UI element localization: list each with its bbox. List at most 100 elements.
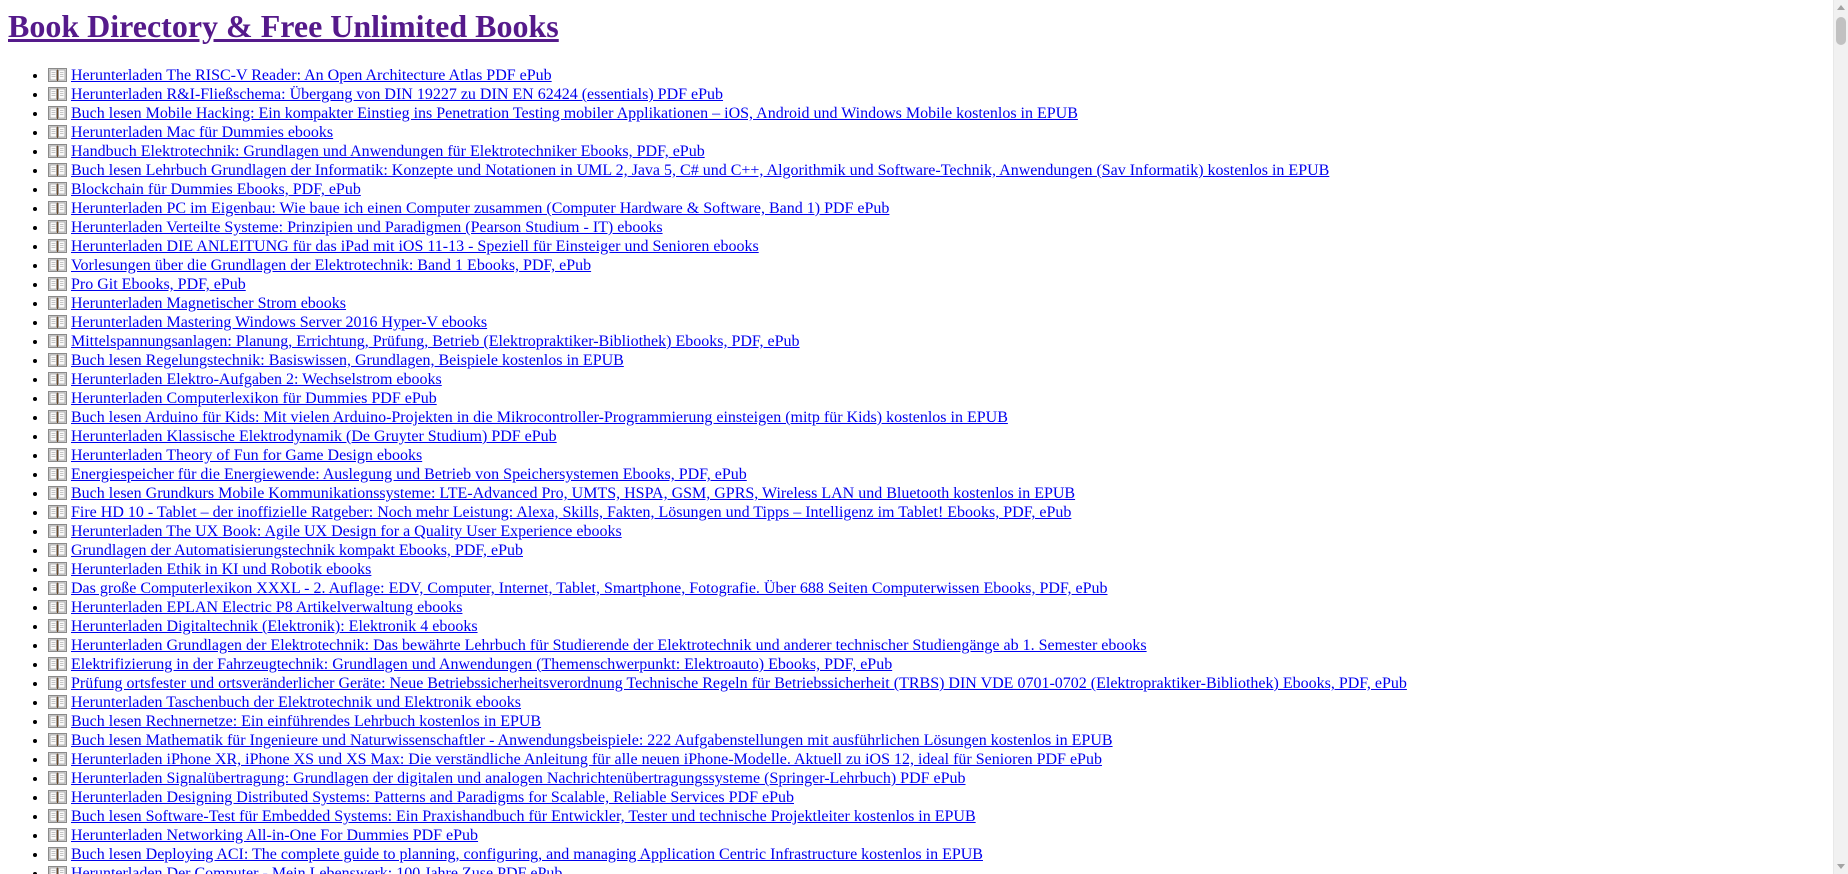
book-link[interactable]: Herunterladen Grundlagen der Elektrotech… — [48, 637, 1147, 654]
book-link[interactable]: Herunterladen PC im Eigenbau: Wie baue i… — [48, 200, 889, 217]
list-item: Buch lesen Lehrbuch Grundlagen der Infor… — [48, 161, 1828, 180]
list-item: Herunterladen Mac für Dummies ebooks — [48, 123, 1828, 142]
scroll-up-arrow-icon[interactable] — [1837, 5, 1845, 10]
book-link-label: Herunterladen EPLAN Electric P8 Artikelv… — [71, 599, 463, 616]
book-link-label: Blockchain für Dummies Ebooks, PDF, ePub — [71, 181, 361, 198]
book-link[interactable]: Vorlesungen über die Grundlagen der Elek… — [48, 257, 591, 274]
open-book-icon — [48, 106, 67, 120]
book-link-label: Grundlagen der Automatisierungstechnik k… — [71, 542, 523, 559]
book-link-label: Herunterladen PC im Eigenbau: Wie baue i… — [71, 200, 890, 217]
book-link-label: Herunterladen The UX Book: Agile UX Desi… — [71, 523, 622, 540]
book-link-label: Herunterladen Designing Distributed Syst… — [71, 789, 794, 806]
book-link[interactable]: Herunterladen DIE ANLEITUNG für das iPad… — [48, 238, 759, 255]
book-link[interactable]: Handbuch Elektrotechnik: Grundlagen und … — [48, 143, 705, 160]
open-book-icon — [48, 524, 67, 538]
open-book-icon — [48, 448, 67, 462]
book-link-label: Buch lesen Lehrbuch Grundlagen der Infor… — [71, 162, 1330, 179]
open-book-icon — [48, 391, 67, 405]
book-link-label: Prüfung ortsfester und ortsveränderliche… — [71, 675, 1407, 692]
book-link[interactable]: Herunterladen Computerlexikon für Dummie… — [48, 390, 437, 407]
book-link[interactable]: Herunterladen Der Computer - Mein Lebens… — [48, 865, 562, 874]
open-book-icon — [48, 410, 67, 424]
open-book-icon — [48, 619, 67, 633]
book-link[interactable]: Elektrifizierung in der Fahrzeugtechnik:… — [48, 656, 892, 673]
book-link[interactable]: Fire HD 10 - Tablet – der inoffizielle R… — [48, 504, 1071, 521]
book-link[interactable]: Mittelspannungsanlagen: Planung, Erricht… — [48, 333, 800, 350]
book-link[interactable]: Herunterladen Networking All-in-One For … — [48, 827, 478, 844]
book-link-label: Das große Computerlexikon XXXL - 2. Aufl… — [71, 580, 1108, 597]
book-link-label: Herunterladen Elektro-Aufgaben 2: Wechse… — [71, 371, 442, 388]
open-book-icon — [48, 733, 67, 747]
list-item: Buch lesen Deploying ACI: The complete g… — [48, 845, 1828, 864]
scroll-down-arrow-icon[interactable] — [1837, 864, 1845, 869]
book-link[interactable]: Buch lesen Lehrbuch Grundlagen der Infor… — [48, 162, 1329, 179]
open-book-icon — [48, 828, 67, 842]
open-book-icon — [48, 657, 67, 671]
open-book-icon — [48, 277, 67, 291]
book-link[interactable]: Herunterladen Magnetischer Strom ebooks — [48, 295, 346, 312]
open-book-icon — [48, 315, 67, 329]
open-book-icon — [48, 505, 67, 519]
book-link[interactable]: Buch lesen Rechnernetze: Ein einführende… — [48, 713, 541, 730]
list-item: Buch lesen Grundkurs Mobile Kommunikatio… — [48, 484, 1828, 503]
book-link[interactable]: Herunterladen Ethik in KI und Robotik eb… — [48, 561, 371, 578]
book-link[interactable]: Pro Git Ebooks, PDF, ePub — [48, 276, 246, 293]
list-item: Buch lesen Mathematik für Ingenieure und… — [48, 731, 1828, 750]
book-link-label: Herunterladen Verteilte Systeme: Prinzip… — [71, 219, 663, 236]
book-link[interactable]: Herunterladen iPhone XR, iPhone XS und X… — [48, 751, 1102, 768]
book-link[interactable]: Herunterladen EPLAN Electric P8 Artikelv… — [48, 599, 462, 616]
book-link[interactable]: Prüfung ortsfester und ortsveränderliche… — [48, 675, 1407, 692]
book-link[interactable]: Herunterladen Designing Distributed Syst… — [48, 789, 794, 806]
list-item: Herunterladen Taschenbuch der Elektrotec… — [48, 693, 1828, 712]
open-book-icon — [48, 562, 67, 576]
open-book-icon — [48, 847, 67, 861]
book-link[interactable]: Herunterladen R&I-Fließschema: Übergang … — [48, 86, 723, 103]
list-item: Herunterladen Computerlexikon für Dummie… — [48, 389, 1828, 408]
book-link-label: Buch lesen Regelungstechnik: Basiswissen… — [71, 352, 624, 369]
book-link[interactable]: Buch lesen Grundkurs Mobile Kommunikatio… — [48, 485, 1075, 502]
book-link[interactable]: Herunterladen Mastering Windows Server 2… — [48, 314, 487, 331]
book-link-label: Fire HD 10 - Tablet – der inoffizielle R… — [71, 504, 1072, 521]
book-link[interactable]: Herunterladen Mac für Dummies ebooks — [48, 124, 333, 141]
book-link[interactable]: Buch lesen Deploying ACI: The complete g… — [48, 846, 983, 863]
book-link-label: Herunterladen Digitaltechnik (Elektronik… — [71, 618, 478, 635]
list-item: Herunterladen DIE ANLEITUNG für das iPad… — [48, 237, 1828, 256]
open-book-icon — [48, 220, 67, 234]
book-link[interactable]: Buch lesen Arduino für Kids: Mit vielen … — [48, 409, 1008, 426]
book-link-label: Herunterladen Theory of Fun for Game Des… — [71, 447, 423, 464]
book-link[interactable]: Herunterladen Verteilte Systeme: Prinzip… — [48, 219, 663, 236]
book-link-label: Herunterladen The RISC-V Reader: An Open… — [71, 67, 552, 84]
book-link[interactable]: Buch lesen Mathematik für Ingenieure und… — [48, 732, 1113, 749]
book-link[interactable]: Blockchain für Dummies Ebooks, PDF, ePub — [48, 181, 361, 198]
list-item: Herunterladen Magnetischer Strom ebooks — [48, 294, 1828, 313]
book-link[interactable]: Herunterladen Theory of Fun for Game Des… — [48, 447, 422, 464]
open-book-icon — [48, 467, 67, 481]
book-link[interactable]: Das große Computerlexikon XXXL - 2. Aufl… — [48, 580, 1108, 597]
list-item: Herunterladen Klassische Elektrodynamik … — [48, 427, 1828, 446]
book-link[interactable]: Buch lesen Mobile Hacking: Ein kompakter… — [48, 105, 1078, 122]
scrollbar-thumb[interactable] — [1836, 17, 1846, 45]
open-book-icon — [48, 486, 67, 500]
book-link[interactable]: Herunterladen Klassische Elektrodynamik … — [48, 428, 557, 445]
book-link[interactable]: Herunterladen Elektro-Aufgaben 2: Wechse… — [48, 371, 442, 388]
book-link[interactable]: Herunterladen The RISC-V Reader: An Open… — [48, 67, 552, 84]
list-item: Herunterladen Networking All-in-One For … — [48, 826, 1828, 845]
book-link-label: Buch lesen Arduino für Kids: Mit vielen … — [71, 409, 1008, 426]
site-title-link[interactable]: Book Directory & Free Unlimited Books — [8, 8, 559, 44]
open-book-icon — [48, 125, 67, 139]
book-link[interactable]: Buch lesen Regelungstechnik: Basiswissen… — [48, 352, 624, 369]
book-link[interactable]: Herunterladen The UX Book: Agile UX Desi… — [48, 523, 622, 540]
list-item: Herunterladen EPLAN Electric P8 Artikelv… — [48, 598, 1828, 617]
book-link[interactable]: Herunterladen Digitaltechnik (Elektronik… — [48, 618, 478, 635]
book-link-label: Handbuch Elektrotechnik: Grundlagen und … — [71, 143, 705, 160]
vertical-scrollbar[interactable] — [1833, 0, 1848, 874]
open-book-icon — [48, 771, 67, 785]
book-link[interactable]: Herunterladen Signalübertragung: Grundla… — [48, 770, 966, 787]
book-link[interactable]: Herunterladen Taschenbuch der Elektrotec… — [48, 694, 521, 711]
book-link-label: Buch lesen Deploying ACI: The complete g… — [71, 846, 983, 863]
book-link[interactable]: Buch lesen Software-Test für Embedded Sy… — [48, 808, 976, 825]
book-link[interactable]: Energiespeicher für die Energiewende: Au… — [48, 466, 747, 483]
book-link-label: Elektrifizierung in der Fahrzeugtechnik:… — [71, 656, 893, 673]
list-item: Herunterladen PC im Eigenbau: Wie baue i… — [48, 199, 1828, 218]
book-link[interactable]: Grundlagen der Automatisierungstechnik k… — [48, 542, 523, 559]
